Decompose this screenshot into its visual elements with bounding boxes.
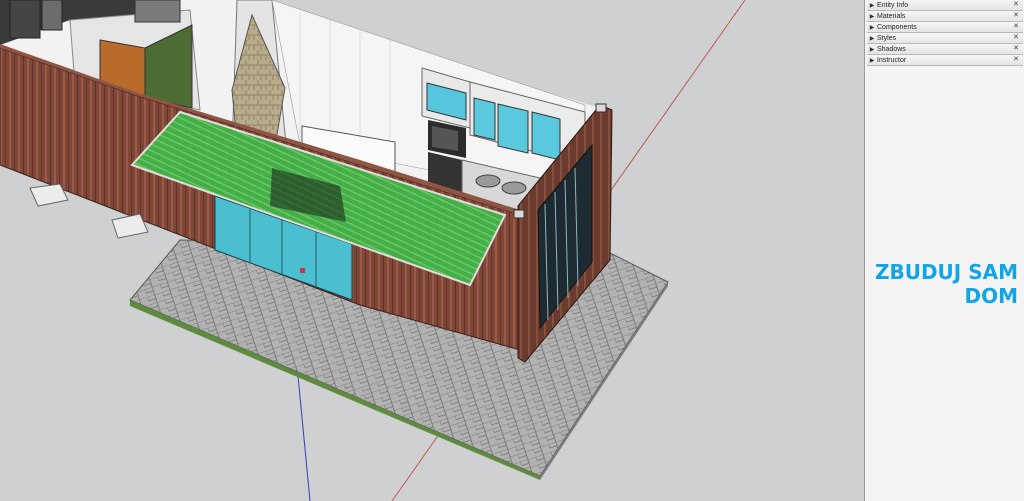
- tray-item-label: Instructor: [877, 56, 907, 64]
- tray-item-label: Components: [877, 23, 917, 31]
- tray-item-label: Materials: [877, 12, 906, 20]
- close-icon[interactable]: ✕: [1013, 44, 1019, 54]
- tray-item-materials[interactable]: ▶ Materials ✕: [867, 11, 1023, 22]
- triangle-right-icon: ▶: [869, 35, 875, 42]
- tray-item-shadows[interactable]: ▶ Shadows ✕: [867, 44, 1023, 55]
- close-icon[interactable]: ✕: [1013, 11, 1019, 21]
- model-viewport[interactable]: [0, 0, 864, 501]
- triangle-right-icon: ▶: [869, 46, 875, 53]
- 3d-scene[interactable]: [0, 0, 864, 501]
- tray-item-label: Entity Info: [877, 1, 909, 9]
- watermark-line-2: DOM: [964, 284, 1018, 308]
- channel-watermark: ZBUDUJ SAM DOM: [866, 260, 1018, 308]
- close-icon[interactable]: ✕: [1013, 0, 1019, 10]
- triangle-right-icon: ▶: [869, 13, 875, 20]
- watermark-line-1: ZBUDUJ SAM: [874, 260, 1018, 284]
- triangle-right-icon: ▶: [869, 24, 875, 31]
- tray-item-label: Styles: [877, 34, 897, 42]
- default-tray-panel: ▶ Entity Info ✕ ▶ Materials ✕ ▶ Componen…: [864, 0, 1024, 501]
- triangle-right-icon: ▶: [869, 2, 875, 9]
- close-icon[interactable]: ✕: [1013, 33, 1019, 43]
- tray-item-instructor[interactable]: ▶ Instructor ✕: [867, 55, 1023, 66]
- close-icon[interactable]: ✕: [1013, 55, 1019, 65]
- tray-item-entity-info[interactable]: ▶ Entity Info ✕: [867, 0, 1023, 11]
- tray-item-styles[interactable]: ▶ Styles ✕: [867, 33, 1023, 44]
- triangle-right-icon: ▶: [869, 57, 875, 64]
- tray-item-components[interactable]: ▶ Components ✕: [867, 22, 1023, 33]
- tray-item-label: Shadows: [877, 45, 906, 53]
- close-icon[interactable]: ✕: [1013, 22, 1019, 32]
